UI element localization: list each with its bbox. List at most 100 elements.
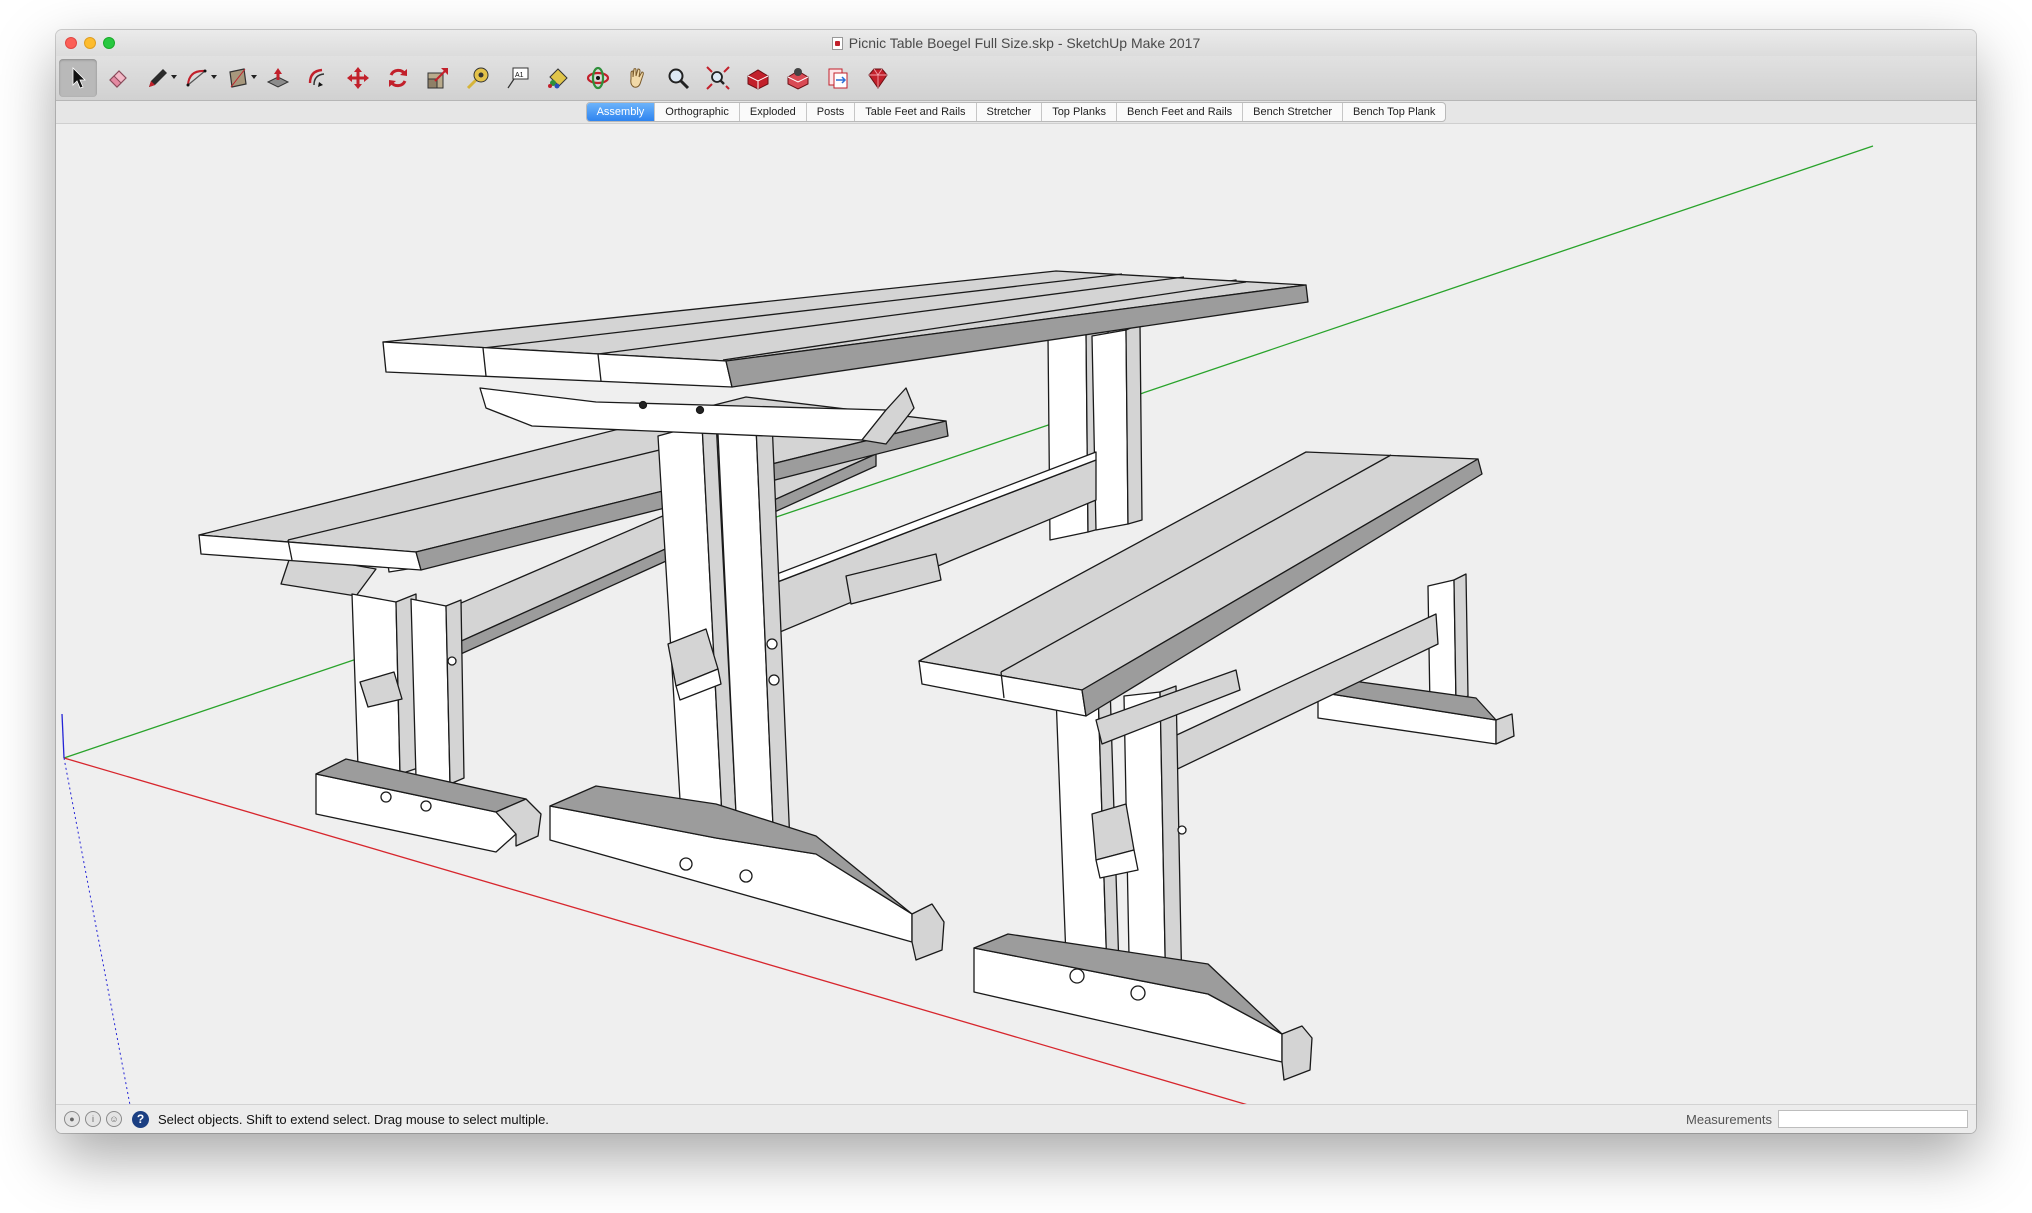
zoom-window-button[interactable] — [103, 37, 115, 49]
3d-warehouse-tool-button[interactable] — [739, 59, 777, 97]
rectangle-icon — [229, 68, 247, 88]
arc-tool-menu-caret[interactable] — [211, 75, 217, 79]
sketchup-window: Picnic Table Boegel Full Size.skp - Sket… — [56, 30, 1976, 1133]
table-back-post-2 — [1091, 329, 1129, 531]
far-bench[interactable] — [198, 396, 949, 853]
push-pull-icon — [266, 68, 290, 88]
zoom-extents-tool-button[interactable] — [699, 59, 737, 97]
zoom-tool-button[interactable] — [659, 59, 697, 97]
line-tool-menu-caret[interactable] — [171, 75, 177, 79]
rotate-tool-button[interactable] — [379, 59, 417, 97]
orbit-tool-button[interactable] — [579, 59, 617, 97]
table-foot-bolt — [739, 869, 753, 883]
credits-icon[interactable]: i — [85, 1111, 101, 1127]
hand-icon — [630, 68, 644, 88]
table-post-bolt — [766, 638, 778, 650]
scene-tabs-bar: Assembly Orthographic Exploded Posts Tab… — [56, 101, 1976, 124]
blue-axis-hidden — [63, 757, 131, 1105]
scene-tab-bench-stretcher[interactable]: Bench Stretcher — [1242, 103, 1342, 121]
status-message: Select objects. Shift to extend select. … — [158, 1111, 549, 1127]
tape-measure-icon — [466, 67, 489, 90]
user-account-icon[interactable]: ☺ — [106, 1111, 122, 1127]
near-bench[interactable] — [918, 451, 1515, 1081]
measurements-box: Measurements — [1686, 1110, 1968, 1128]
select-tool-button[interactable] — [59, 59, 97, 97]
instructor-help-icon[interactable]: ? — [132, 1110, 149, 1128]
scene-tabs: Assembly Orthographic Exploded Posts Tab… — [585, 102, 1447, 122]
magnifier-icon — [668, 68, 690, 90]
near-bench-foot-bolt — [1069, 968, 1085, 984]
far-bench-post-back — [410, 598, 451, 785]
text-icon: A1 — [507, 67, 529, 89]
line-tool-button[interactable] — [139, 59, 177, 97]
near-bench-front-foot-end — [1281, 1025, 1313, 1081]
window-title-group: Picnic Table Boegel Full Size.skp - Sket… — [831, 35, 1201, 51]
geo-location-icon[interactable]: ● — [64, 1111, 80, 1127]
paint-bucket-tool-button[interactable] — [539, 59, 577, 97]
extension-warehouse-tool-button[interactable] — [779, 59, 817, 97]
measurements-label: Measurements — [1686, 1111, 1772, 1127]
arrow-cursor-icon — [72, 67, 86, 89]
arc-icon — [186, 69, 207, 87]
table-front-foot-end — [911, 903, 945, 961]
scale-icon — [427, 68, 448, 89]
shapes-tool-button[interactable] — [219, 59, 257, 97]
scene-tab-table-feet-and-rails[interactable]: Table Feet and Rails — [854, 103, 975, 121]
svg-text:A1: A1 — [515, 72, 524, 79]
eraser-tool-button[interactable] — [99, 59, 137, 97]
pan-tool-button[interactable] — [619, 59, 657, 97]
scene-tab-orthographic[interactable]: Orthographic — [654, 103, 739, 121]
blue-axis — [61, 713, 65, 759]
paint-bucket-icon — [548, 68, 568, 89]
eraser-icon — [109, 70, 127, 88]
pencil-icon — [149, 69, 167, 87]
zoom-extents-icon — [706, 66, 730, 90]
model-canvas[interactable] — [56, 124, 1976, 1105]
ruby-icon — [868, 68, 888, 89]
scene-tab-posts[interactable]: Posts — [805, 103, 855, 121]
table-rail-bolt — [695, 405, 705, 415]
warehouse-icon — [747, 69, 769, 90]
scene-tab-bench-feet-and-rails[interactable]: Bench Feet and Rails — [1116, 103, 1242, 121]
far-bench-bolt — [420, 800, 432, 812]
scene-tab-top-planks[interactable]: Top Planks — [1041, 103, 1116, 121]
window-title: Picnic Table Boegel Full Size.skp - Sket… — [848, 35, 1201, 51]
table-front-rail — [479, 387, 887, 441]
near-bench-post-bolt — [1177, 825, 1187, 835]
status-bar: ● i ☺ ? Select objects. Shift to extend … — [56, 1104, 1976, 1133]
offset-tool-button[interactable] — [299, 59, 337, 97]
extension-manager-tool-button[interactable] — [859, 59, 897, 97]
send-to-layout-tool-button[interactable] — [819, 59, 857, 97]
scene-tab-exploded[interactable]: Exploded — [738, 103, 806, 121]
move-tool-button[interactable] — [339, 59, 377, 97]
main-toolbar: A1 — [56, 56, 1976, 101]
push-pull-tool-button[interactable] — [259, 59, 297, 97]
arc-tool-button[interactable] — [179, 59, 217, 97]
minimize-window-button[interactable] — [84, 37, 96, 49]
orbit-icon — [586, 66, 610, 90]
far-bench-bolt — [447, 656, 457, 666]
near-bench-back-foot-end — [1495, 713, 1515, 745]
tape-measure-tool-button[interactable] — [459, 59, 497, 97]
scene-tab-assembly[interactable]: Assembly — [586, 103, 655, 121]
rotate-icon — [389, 68, 407, 88]
document-icon — [831, 36, 843, 50]
near-bench-back-post-side — [1453, 573, 1469, 703]
extension-warehouse-icon — [787, 68, 809, 90]
table-foot-bolt — [679, 857, 693, 871]
title-bar: Picnic Table Boegel Full Size.skp - Sket… — [56, 30, 1976, 56]
close-window-button[interactable] — [65, 37, 77, 49]
model-viewport[interactable] — [56, 124, 1976, 1105]
table-post-bolt — [768, 674, 780, 686]
scene-tab-stretcher[interactable]: Stretcher — [975, 103, 1042, 121]
text-tool-button[interactable]: A1 — [499, 59, 537, 97]
scale-tool-button[interactable] — [419, 59, 457, 97]
scene-tab-bench-top-plank[interactable]: Bench Top Plank — [1342, 103, 1445, 121]
far-bench-bolt — [380, 791, 392, 803]
measurements-input[interactable] — [1778, 1110, 1968, 1128]
shapes-tool-menu-caret[interactable] — [251, 75, 257, 79]
layout-icon — [828, 68, 848, 89]
move-icon — [347, 67, 369, 89]
offset-icon — [308, 68, 325, 87]
table-rail-bolt — [638, 400, 648, 410]
